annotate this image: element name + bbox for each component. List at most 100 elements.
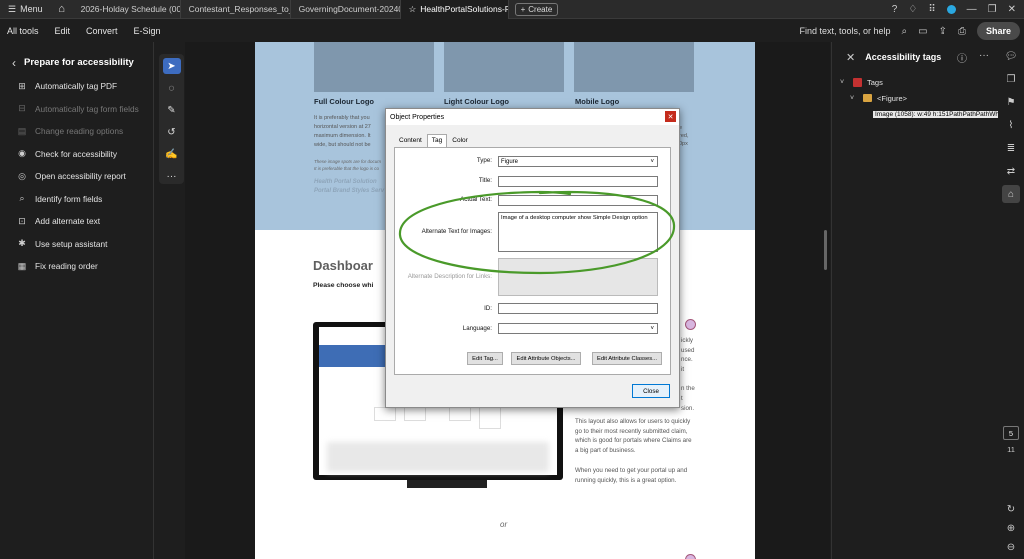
tool-label: Fix reading order — [35, 261, 98, 272]
share-button[interactable]: Share — [976, 22, 1020, 40]
object-properties-dialog: Object Properties ✕ Content Tag Color Ty… — [385, 108, 680, 408]
tool-label: Identify form fields — [35, 193, 103, 204]
tags-header-icons: ⓘ ··· — [957, 50, 997, 65]
zoom-out-icon[interactable]: ⊖ — [1002, 539, 1020, 555]
comment-icon[interactable]: 💬︎ — [1002, 47, 1020, 65]
restore-icon[interactable]: ❐ — [988, 4, 997, 15]
tool-fix-reading-order[interactable]: ▦ Fix reading order — [0, 255, 153, 278]
print-icon[interactable]: ⎙ — [958, 26, 966, 37]
notifications-icon[interactable]: ♢ — [908, 4, 917, 15]
or-divider: or — [500, 520, 508, 529]
tool-label: Add alternate text — [35, 216, 101, 227]
dialog-title: Object Properties — [390, 113, 445, 121]
highlight-tool-icon[interactable]: ✎ — [163, 102, 181, 118]
document-tab-active[interactable]: ☆ HealthPortalSolutions-P... ✕ — [400, 0, 509, 19]
pages-icon[interactable]: ❐ — [1002, 70, 1020, 88]
choose-subheading: Please choose whi — [313, 282, 374, 289]
apps-icon[interactable]: ⠿ — [928, 4, 935, 15]
tool-check-for-accessibility[interactable]: ◉ Check for accessibility — [0, 143, 153, 166]
edit-tag-button[interactable]: Edit Tag... — [467, 352, 503, 365]
more-tools-icon[interactable]: ··· — [163, 168, 181, 184]
acrobat-window: ☰ Menu ⌂ 2026-Holday Schedule (002) (1).… — [0, 0, 1024, 559]
all-tools-menu[interactable]: All tools — [0, 26, 47, 36]
tab-content[interactable]: Content — [394, 134, 427, 147]
tree-node-figure[interactable]: ˅ <Figure> — [832, 90, 997, 106]
edit-attribute-classes-button[interactable]: Edit Attribute Classes... — [592, 352, 662, 365]
refresh-icon[interactable]: ↻ — [1002, 501, 1020, 517]
actual-text-input[interactable] — [498, 195, 658, 206]
tool-label: Automatically tag form fields — [35, 103, 139, 114]
zoom-in-icon[interactable]: ⊕ — [1002, 520, 1020, 536]
dialog-close-button[interactable]: Close — [632, 384, 670, 398]
layers-icon[interactable]: ≣ — [1002, 139, 1020, 157]
comment-tool-icon[interactable]: ◌ — [163, 80, 181, 96]
tab-label: HealthPortalSolutions-P... — [420, 4, 509, 14]
lasso-tool-icon[interactable]: ↺ — [163, 124, 181, 140]
light-colour-logo-label: Light Colour Logo — [444, 97, 509, 106]
tool-automatically-tag-pdf[interactable]: ⊞ Automatically tag PDF — [0, 75, 153, 98]
language-select[interactable]: ˅ — [498, 323, 658, 334]
tool-use-setup-assistant[interactable]: ✱ Use setup assistant — [0, 233, 153, 256]
type-select[interactable]: Figure ˅ — [498, 156, 658, 167]
selected-image-item[interactable]: Image (1058): w:49 h:151PathPathPathWhat… — [873, 110, 1013, 118]
close-window-icon[interactable]: ✕ — [1008, 4, 1016, 15]
alt-text-textarea[interactable]: Image of a desktop computer show Simple … — [498, 212, 658, 252]
language-label: Language: — [462, 325, 492, 332]
mobile-logo-image — [574, 42, 694, 92]
save-icon[interactable]: ▭ — [918, 26, 927, 37]
quick-tools-strip: ➤ ◌ ✎ ↺ ✍ ··· — [159, 54, 184, 184]
tree-node-tags[interactable]: ˅ Tags — [832, 74, 997, 90]
minimize-icon[interactable]: — — [967, 4, 977, 15]
upload-icon[interactable]: ⇪ — [939, 26, 947, 37]
document-tab-1[interactable]: 2026-Holday Schedule (002) (1)... — [73, 0, 181, 19]
find-label[interactable]: Find text, tools, or help — [799, 26, 890, 36]
accessibility-tags-icon[interactable]: ⌂ — [1002, 185, 1020, 203]
attachment-icon[interactable]: ⌇ — [1002, 116, 1020, 134]
esign-menu[interactable]: E-Sign — [126, 26, 169, 36]
tab-color[interactable]: Color — [447, 134, 473, 147]
chevron-down-icon[interactable]: ˅ — [850, 95, 858, 102]
tool-label: Use setup assistant — [35, 238, 108, 249]
chevron-down-icon[interactable]: ˅ — [840, 79, 848, 86]
select-tool-icon[interactable]: ➤ — [162, 58, 181, 74]
search-icon[interactable]: ⌕ — [902, 26, 908, 37]
close-panel-icon[interactable]: ✕ — [846, 51, 855, 64]
reading-order-icon: ▦ — [17, 260, 27, 271]
id-label: ID: — [484, 305, 492, 312]
tool-open-accessibility-report[interactable]: ◎ Open accessibility report — [0, 165, 153, 188]
bookmark-icon[interactable]: ⚑ — [1002, 93, 1020, 111]
panel-title: Prepare for accessibility — [24, 57, 134, 68]
home-button[interactable]: ⌂ — [51, 0, 73, 19]
back-arrow-icon[interactable]: ‹ — [12, 56, 16, 70]
sign-tool-icon[interactable]: ✍ — [163, 146, 181, 162]
edit-menu[interactable]: Edit — [47, 26, 79, 36]
creative-cloud-icon[interactable] — [946, 4, 956, 14]
tree-node-image[interactable]: Image (1058): w:49 h:151PathPathPathWhat… — [832, 106, 1013, 122]
title-input[interactable] — [498, 176, 658, 187]
order-icon[interactable]: ⇄ — [1002, 162, 1020, 180]
document-tab-3[interactable]: GoverningDocument-20240629... — [291, 0, 401, 19]
current-page-field[interactable]: 5 — [1003, 426, 1019, 440]
tab-tag[interactable]: Tag — [426, 134, 448, 147]
edit-attribute-objects-button[interactable]: Edit Attribute Objects... — [511, 352, 581, 365]
document-scrollbar[interactable] — [824, 230, 827, 270]
logo-text-line: wide, but should not be — [314, 142, 371, 148]
help-icon[interactable]: ? — [892, 4, 898, 15]
document-tab-2[interactable]: Contestant_Responses_to_Writt... — [181, 0, 291, 19]
total-pages: 11 — [1007, 445, 1015, 454]
create-button[interactable]: + Create — [514, 2, 559, 16]
id-input[interactable] — [498, 303, 658, 314]
toolbar: All tools Edit Convert E-Sign Find text,… — [0, 20, 1024, 42]
tab-label: 2026-Holday Schedule (002) (1)... — [80, 4, 180, 14]
tool-add-alternate-text[interactable]: ⊡ Add alternate text — [0, 210, 153, 233]
menu-button[interactable]: ☰ Menu — [0, 0, 51, 19]
info-icon[interactable]: ⓘ — [957, 50, 967, 65]
star-icon: ☆ — [408, 3, 417, 14]
tool-identify-form-fields[interactable]: ⌕ Identify form fields — [0, 188, 153, 211]
reading-options-icon: ▤ — [17, 125, 27, 136]
convert-menu[interactable]: Convert — [78, 26, 126, 36]
chevron-down-icon: ˅ — [650, 158, 654, 165]
dialog-titlebar[interactable]: Object Properties — [386, 109, 679, 125]
dialog-close-icon[interactable]: ✕ — [665, 111, 676, 122]
more-options-icon[interactable]: ··· — [979, 50, 989, 65]
